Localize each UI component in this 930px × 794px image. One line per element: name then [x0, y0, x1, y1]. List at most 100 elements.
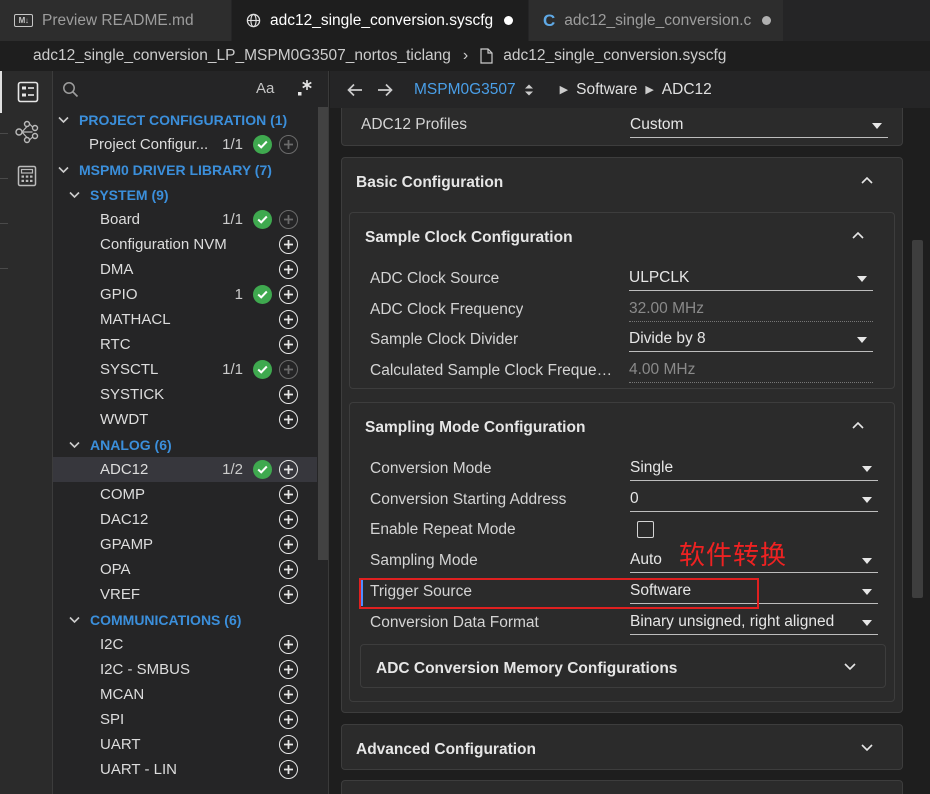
- add-plus-icon[interactable]: [279, 210, 298, 229]
- add-plus-icon[interactable]: [279, 635, 298, 654]
- expand-chevron-icon[interactable]: [860, 742, 874, 752]
- tree-category[interactable]: SYSTEM (9): [53, 182, 317, 207]
- tree-item[interactable]: I2C: [53, 632, 317, 657]
- breadcrumb-project[interactable]: adc12_single_conversion_LP_MSPM0G3507_no…: [33, 47, 451, 65]
- tree-item[interactable]: RTC: [53, 332, 317, 357]
- match-case-button[interactable]: Aa: [256, 80, 274, 97]
- tree-item[interactable]: WWDT: [53, 407, 317, 432]
- tree-item[interactable]: Project Configur... 1/1: [53, 132, 317, 157]
- tree-item[interactable]: OPA: [53, 557, 317, 582]
- adc12-profiles-select[interactable]: Custom: [630, 113, 888, 138]
- forward-arrow-icon[interactable]: [374, 83, 396, 97]
- tree-item[interactable]: ADC12 1/2: [53, 457, 317, 482]
- add-plus-icon[interactable]: [279, 560, 298, 579]
- add-plus-icon[interactable]: [279, 460, 298, 479]
- back-arrow-icon[interactable]: [344, 83, 366, 97]
- add-plus-icon[interactable]: [279, 685, 298, 704]
- unsaved-dot-icon[interactable]: [762, 16, 772, 25]
- add-plus-icon[interactable]: [279, 410, 298, 429]
- tree-item[interactable]: Board 1/1: [53, 207, 317, 232]
- add-plus-icon[interactable]: [279, 335, 298, 354]
- tree-item[interactable]: UART: [53, 732, 317, 757]
- add-plus-icon[interactable]: [279, 285, 298, 304]
- conversion-data-format-select[interactable]: Binary unsigned, right aligned: [630, 610, 878, 635]
- config-header: MSPM0G3507 ▶ Software ▶ ADC12: [330, 71, 930, 108]
- tree-item[interactable]: GPAMP: [53, 532, 317, 557]
- sidebar-scrollbar[interactable]: [317, 107, 328, 794]
- add-plus-icon[interactable]: [279, 585, 298, 604]
- chevron-down-icon[interactable]: [68, 191, 80, 199]
- tree-item[interactable]: SYSCTL 1/1: [53, 357, 317, 382]
- sample-clock-title[interactable]: Sample Clock Configuration: [365, 229, 573, 247]
- tab-c-file[interactable]: C adc12_single_conversion.c: [529, 0, 784, 41]
- globe-icon: [246, 13, 261, 28]
- tree-category[interactable]: COMMUNICATIONS (6): [53, 607, 317, 632]
- add-plus-icon[interactable]: [279, 735, 298, 754]
- tree-item-label: ADC12: [100, 461, 149, 478]
- add-plus-icon[interactable]: [279, 485, 298, 504]
- main-scrollbar[interactable]: [910, 108, 930, 794]
- tree-item[interactable]: SYSTICK: [53, 382, 317, 407]
- add-plus-icon[interactable]: [279, 510, 298, 529]
- collapse-chevron-icon[interactable]: [860, 175, 874, 185]
- add-plus-icon[interactable]: [279, 360, 298, 379]
- add-plus-icon[interactable]: [279, 260, 298, 279]
- add-plus-icon[interactable]: [279, 135, 298, 154]
- breadcrumb-file[interactable]: adc12_single_conversion.syscfg: [503, 47, 726, 65]
- chevron-down-icon[interactable]: [57, 116, 69, 124]
- tree-item[interactable]: DAC12: [53, 507, 317, 532]
- advanced-configuration-title[interactable]: Advanced Configuration: [356, 741, 536, 759]
- crumb-software[interactable]: Software: [576, 81, 637, 99]
- basic-configuration-title[interactable]: Basic Configuration: [356, 174, 503, 192]
- collapse-chevron-icon[interactable]: [851, 420, 865, 430]
- tree-category[interactable]: PROJECT CONFIGURATION (1): [53, 107, 317, 132]
- chevron-down-icon[interactable]: [57, 166, 69, 174]
- unsaved-dot-icon[interactable]: [504, 16, 514, 25]
- tree-item[interactable]: MCAN: [53, 682, 317, 707]
- tree-item[interactable]: UART - LIN: [53, 757, 317, 782]
- tree-item[interactable]: DMA: [53, 257, 317, 282]
- chevron-down-icon[interactable]: [68, 441, 80, 449]
- add-plus-icon[interactable]: [279, 535, 298, 554]
- tree-item[interactable]: VREF: [53, 582, 317, 607]
- calculator-view-button[interactable]: [0, 155, 53, 197]
- tree-item[interactable]: Configuration NVM: [53, 232, 317, 257]
- tree-item[interactable]: MATHACL: [53, 307, 317, 332]
- tree-item[interactable]: COMP: [53, 482, 317, 507]
- add-plus-icon[interactable]: [279, 710, 298, 729]
- device-selector[interactable]: MSPM0G3507: [414, 81, 516, 99]
- chevron-down-icon[interactable]: [68, 616, 80, 624]
- add-plus-icon[interactable]: [279, 385, 298, 404]
- conversion-mode-select[interactable]: Single: [630, 456, 878, 481]
- check-icon: [253, 135, 272, 154]
- sample-clock-divider-select[interactable]: Divide by 8: [629, 327, 873, 352]
- crumb-adc12[interactable]: ADC12: [662, 81, 712, 99]
- tree-category[interactable]: MSPM0 DRIVER LIBRARY (7): [53, 157, 317, 182]
- tree-item-label: SPI: [100, 711, 125, 728]
- updown-chevron-icon[interactable]: [524, 83, 534, 97]
- add-plus-icon[interactable]: [279, 760, 298, 779]
- search-icon[interactable]: [62, 81, 79, 98]
- adc-clock-source-select[interactable]: ULPCLK: [629, 266, 873, 291]
- tree-item[interactable]: I2C - SMBUS: [53, 657, 317, 682]
- tab-preview-readme[interactable]: M↓ Preview README.md: [0, 0, 232, 41]
- tree-category[interactable]: ANALOG (6): [53, 432, 317, 457]
- calculator-icon: [17, 165, 36, 187]
- enable-repeat-mode-checkbox[interactable]: [637, 521, 654, 538]
- hierarchy-view-button[interactable]: [0, 111, 53, 153]
- tree-item[interactable]: SPI: [53, 707, 317, 732]
- expand-chevron-icon[interactable]: [843, 661, 857, 671]
- conversion-memory-title[interactable]: ADC Conversion Memory Configurations: [376, 660, 677, 678]
- sampling-mode-title[interactable]: Sampling Mode Configuration: [365, 419, 585, 437]
- add-plus-icon[interactable]: [279, 660, 298, 679]
- add-plus-icon[interactable]: [279, 235, 298, 254]
- config-list-view-button[interactable]: [0, 71, 53, 113]
- annotation-highlight-box: [359, 578, 759, 609]
- regex-icon[interactable]: [296, 77, 314, 97]
- tree-item[interactable]: GPIO 1: [53, 282, 317, 307]
- collapse-chevron-icon[interactable]: [851, 230, 865, 240]
- add-plus-icon[interactable]: [279, 310, 298, 329]
- tab-syscfg[interactable]: adc12_single_conversion.syscfg: [232, 0, 529, 41]
- tree-item-label: MCAN: [100, 686, 145, 703]
- conversion-starting-address-select[interactable]: 0: [630, 487, 878, 512]
